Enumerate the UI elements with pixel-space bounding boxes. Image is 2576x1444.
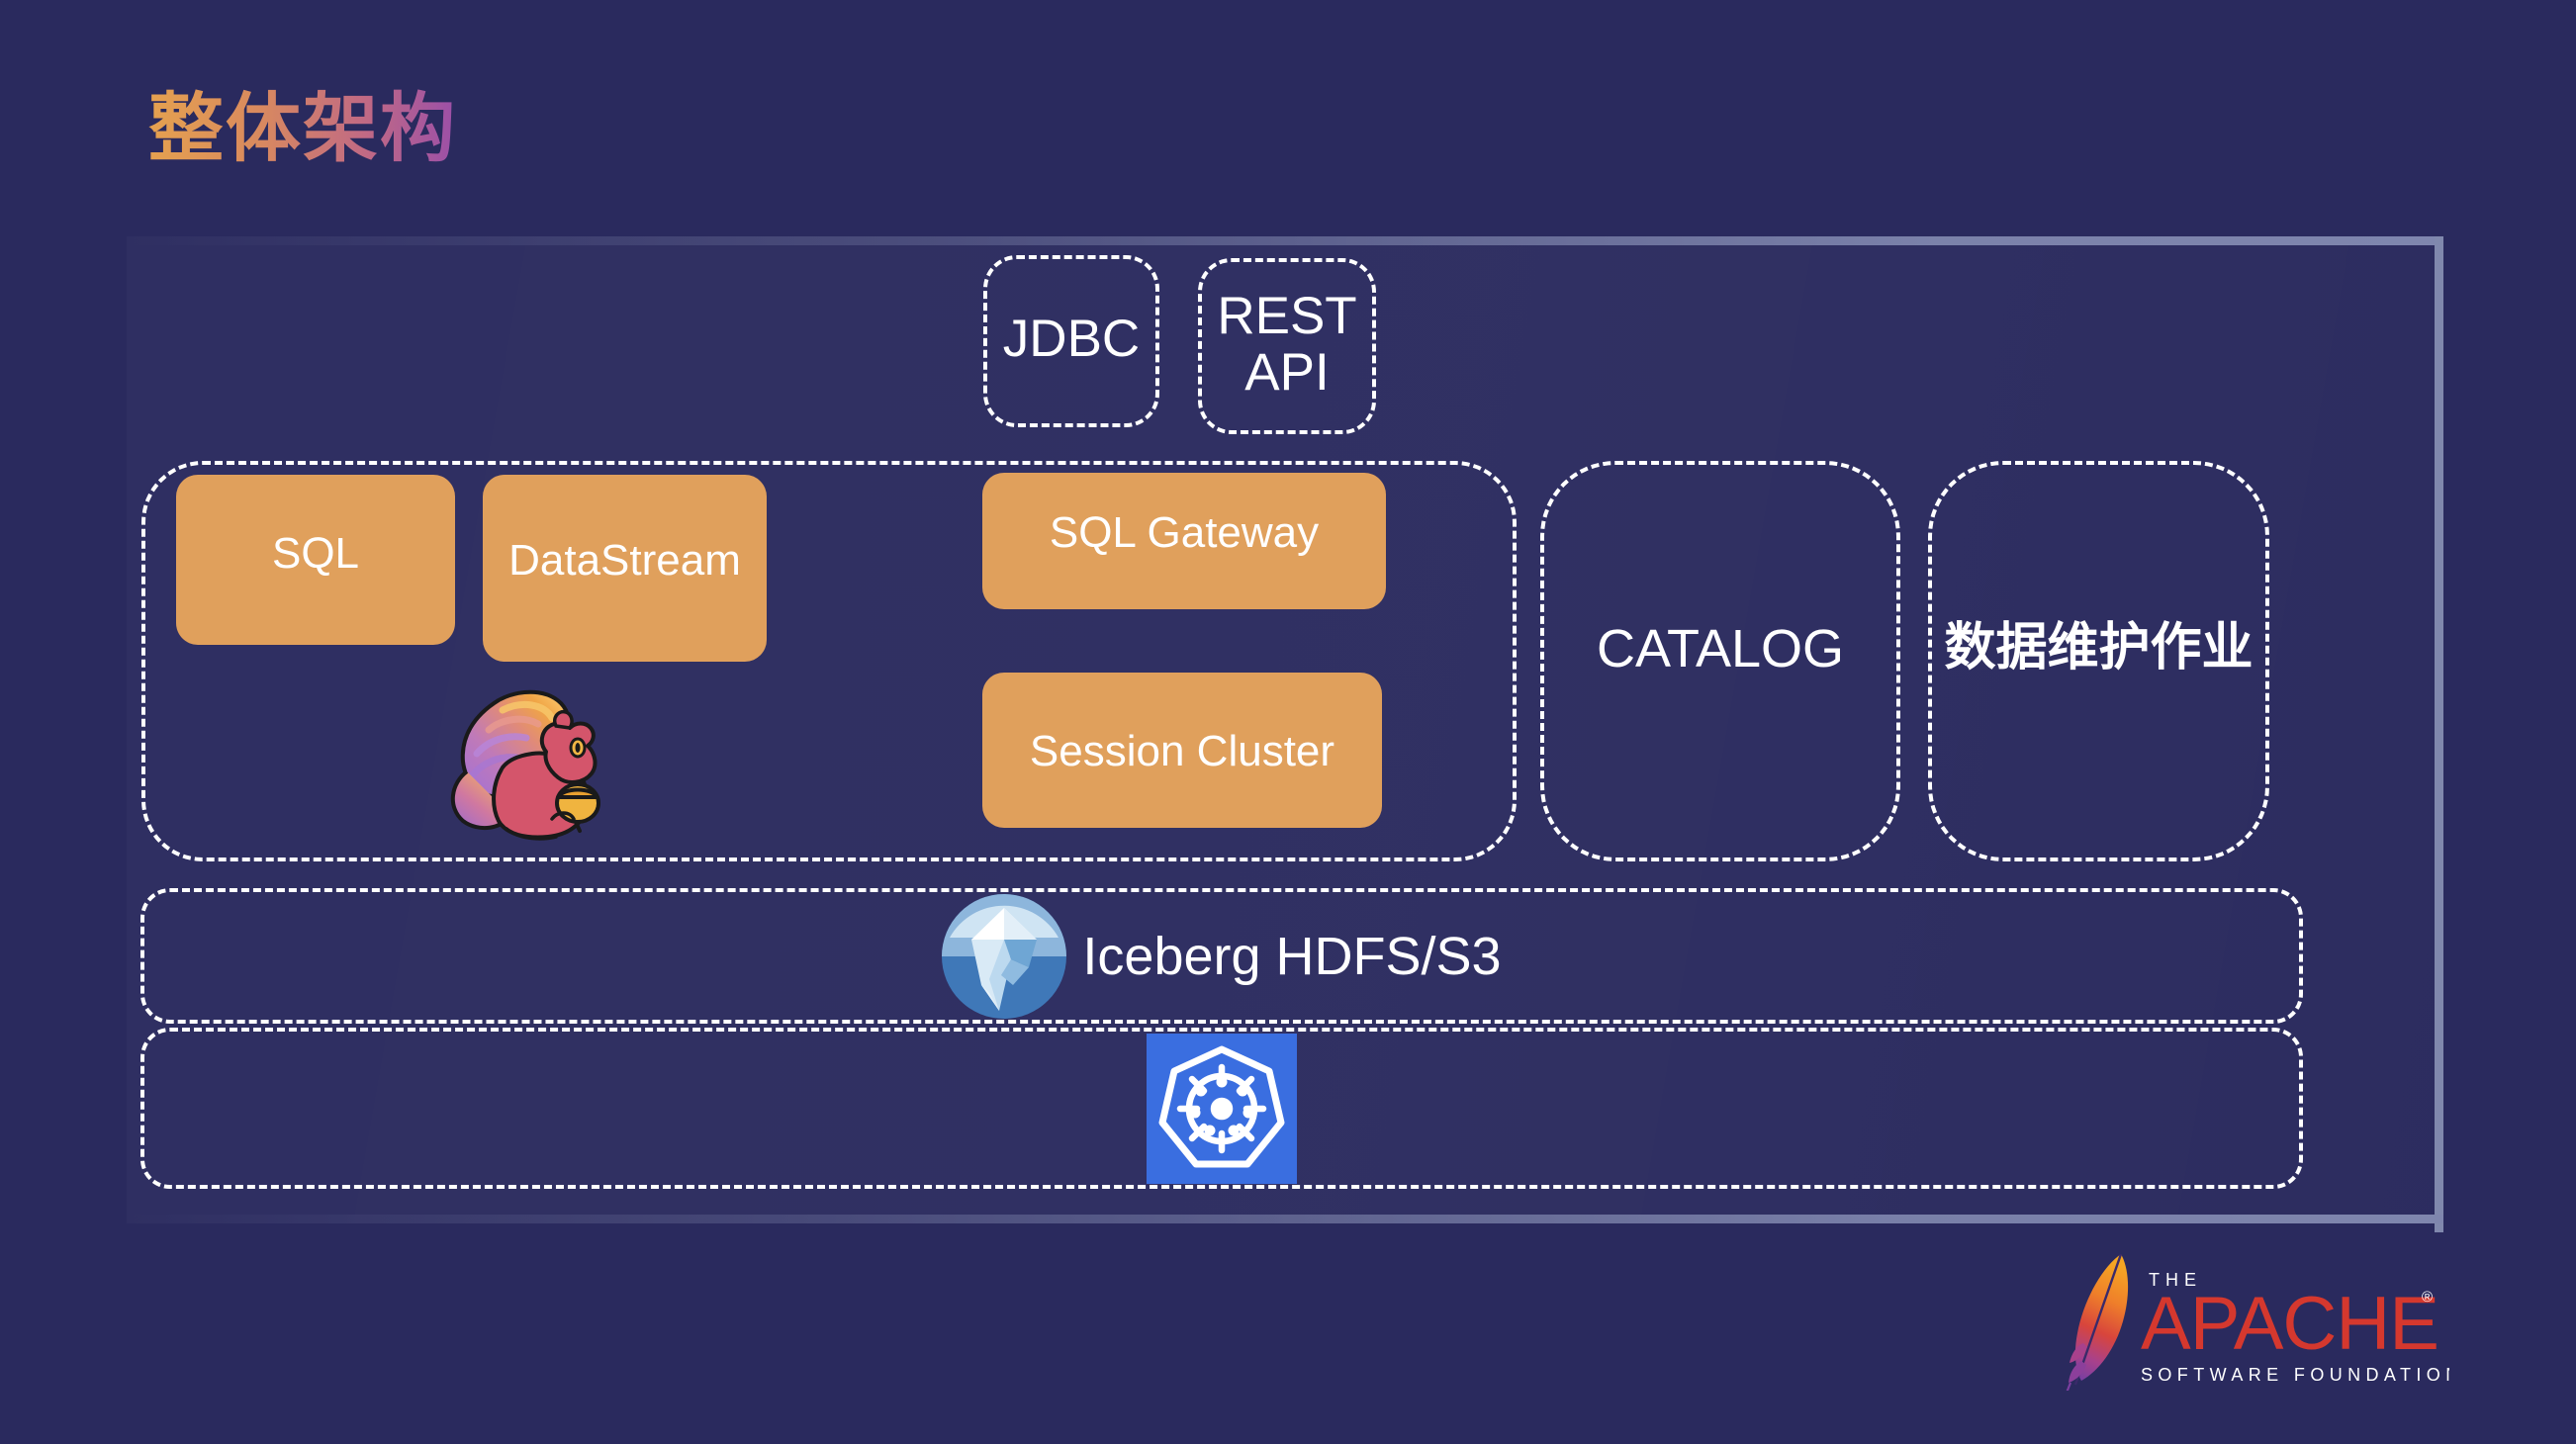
apache-wordmark: APACHE <box>2141 1282 2438 1366</box>
datastream-box[interactable]: DataStream <box>483 475 767 662</box>
session-cluster-box[interactable]: Session Cluster <box>982 673 1382 828</box>
catalog-label: CATALOG <box>1596 619 1845 678</box>
apache-foundation-text: SOFTWARE FOUNDATION <box>2141 1365 2449 1385</box>
kubernetes-icon <box>1147 1033 1297 1184</box>
apache-registered-mark: ® <box>2422 1289 2433 1306</box>
slide-canvas: 整体架构 JDBC REST API CATALOG 数据维护作业 SQL Da… <box>0 0 2576 1444</box>
iceberg-icon <box>942 893 1067 1019</box>
rest-api-label-line1: REST <box>1217 287 1357 345</box>
sql-gateway-label: SQL Gateway <box>1049 508 1320 557</box>
iceberg-storage-label: Iceberg HDFS/S3 <box>1082 926 1502 986</box>
rest-api-label: REST API <box>1202 287 1372 403</box>
rest-api-label-line2: API <box>1244 343 1330 403</box>
kubernetes-platform-row <box>140 1028 2303 1189</box>
architecture-frame-right-border <box>2435 236 2443 1232</box>
flink-squirrel-icon <box>408 680 605 847</box>
maintenance-jobs-box[interactable]: 数据维护作业 <box>1928 461 2269 861</box>
rest-api-box[interactable]: REST API <box>1198 258 1376 434</box>
jdbc-box[interactable]: JDBC <box>983 255 1159 427</box>
catalog-box[interactable]: CATALOG <box>1540 461 1900 861</box>
apache-software-foundation-logo: THE APACHE ® SOFTWARE FOUNDATION <box>2062 1244 2458 1401</box>
sql-box[interactable]: SQL <box>176 475 455 645</box>
session-cluster-label: Session Cluster <box>1029 727 1335 775</box>
architecture-frame-top-border <box>127 236 2443 245</box>
datastream-label: DataStream <box>508 536 741 585</box>
architecture-frame-bottom-border <box>127 1215 2443 1223</box>
sql-label: SQL <box>271 529 360 578</box>
sql-gateway-box[interactable]: SQL Gateway <box>982 473 1386 609</box>
iceberg-storage-row: Iceberg HDFS/S3 <box>140 888 2303 1024</box>
maintenance-jobs-label: 数据维护作业 <box>1944 619 2254 677</box>
page-title: 整体架构 <box>148 67 457 176</box>
jdbc-label: JDBC <box>1002 310 1141 368</box>
